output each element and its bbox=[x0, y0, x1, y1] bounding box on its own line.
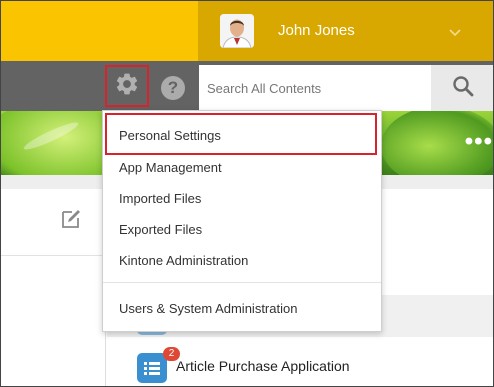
search-icon bbox=[452, 75, 474, 102]
menu-item-users-system-administration[interactable]: Users & System Administration bbox=[119, 301, 297, 316]
divider bbox=[1, 255, 106, 256]
user-name: John Jones bbox=[278, 22, 355, 39]
toolbar: ? bbox=[1, 61, 493, 111]
chevron-down-icon[interactable] bbox=[449, 24, 461, 42]
search-input[interactable] bbox=[199, 65, 431, 111]
app-list-icon bbox=[137, 353, 167, 383]
top-header: John Jones bbox=[1, 1, 493, 61]
menu-item-personal-settings[interactable]: Personal Settings bbox=[119, 128, 221, 143]
settings-button[interactable] bbox=[105, 65, 149, 107]
gear-icon bbox=[114, 71, 140, 102]
left-panel bbox=[1, 189, 106, 386]
menu-item-exported-files[interactable]: Exported Files bbox=[119, 222, 202, 237]
menu-item-kintone-administration[interactable]: Kintone Administration bbox=[119, 253, 248, 268]
help-button[interactable]: ? bbox=[161, 76, 185, 100]
settings-dropdown-menu: Personal Settings App Management Importe… bbox=[102, 110, 382, 332]
menu-divider bbox=[103, 282, 381, 283]
menu-item-imported-files[interactable]: Imported Files bbox=[119, 191, 201, 206]
more-options-icon[interactable]: ••• bbox=[465, 130, 493, 154]
app-label[interactable]: Article Purchase Application bbox=[176, 358, 350, 374]
menu-item-app-management[interactable]: App Management bbox=[119, 160, 222, 175]
edit-icon[interactable] bbox=[59, 207, 83, 236]
avatar bbox=[220, 14, 254, 48]
window: John Jones ? ••• bbox=[0, 0, 494, 387]
user-menu[interactable]: John Jones bbox=[198, 1, 493, 61]
search-button[interactable] bbox=[431, 65, 493, 111]
